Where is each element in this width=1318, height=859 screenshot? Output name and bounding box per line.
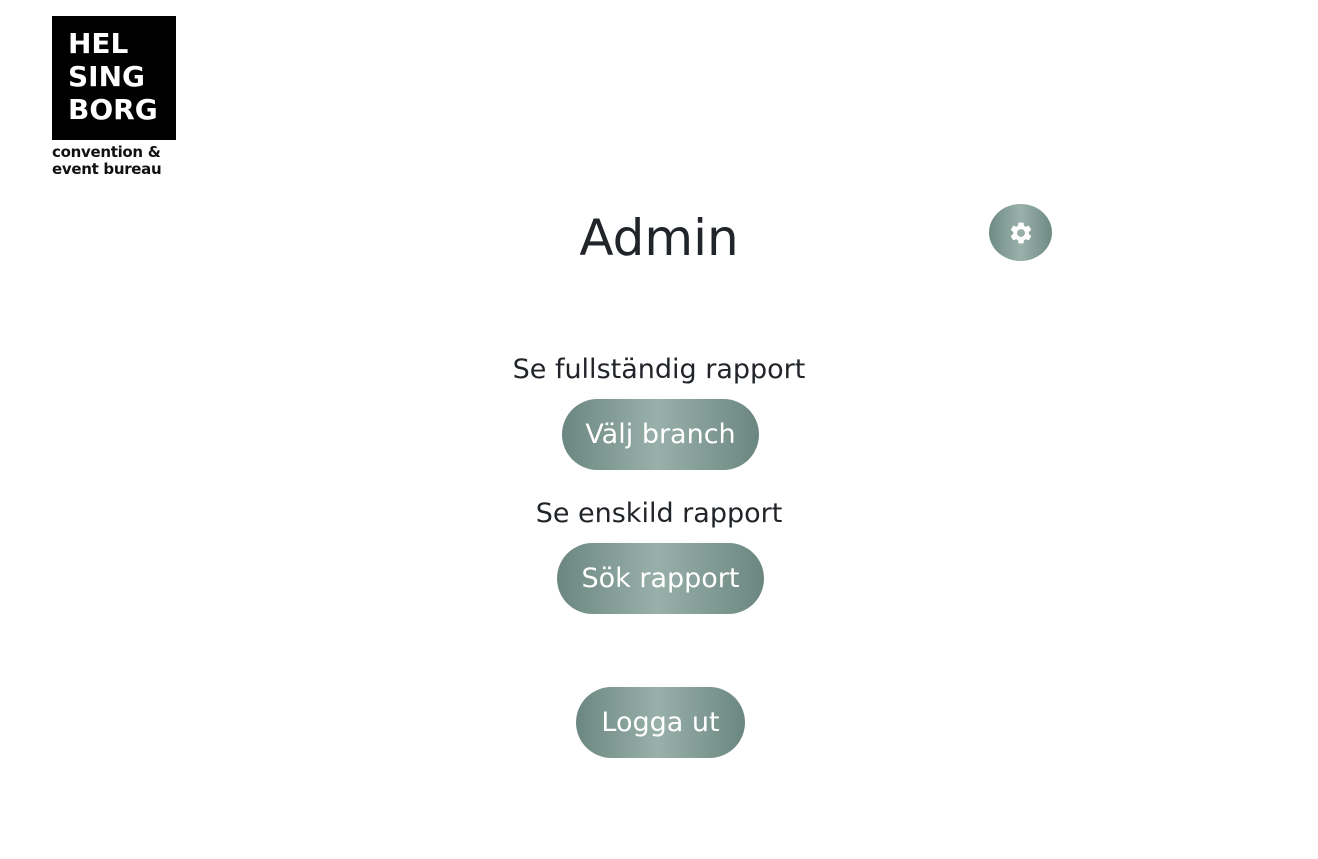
- helsingborg-logo: HEL SING BORG convention & event bureau: [52, 16, 176, 178]
- search-report-button[interactable]: Sök rapport: [557, 543, 764, 614]
- page-title: Admin: [579, 209, 739, 267]
- logo-subtitle-line-2: event bureau: [52, 160, 162, 178]
- admin-page: HEL SING BORG convention & event bureau …: [0, 0, 1318, 859]
- gear-icon: [1010, 222, 1031, 243]
- logo-mark: HEL SING BORG: [52, 16, 176, 140]
- logo-line-3: BORG: [68, 93, 158, 126]
- logo-subtitle-line-1: convention &: [52, 143, 161, 161]
- logo-line-1: HEL: [68, 27, 129, 60]
- choose-branch-button[interactable]: Välj branch: [562, 399, 759, 470]
- logo-subtitle: convention & event bureau: [52, 144, 176, 178]
- logout-button[interactable]: Logga ut: [576, 687, 745, 758]
- full-report-label: Se fullständig rapport: [512, 354, 806, 385]
- settings-button[interactable]: [989, 204, 1052, 261]
- logo-line-2: SING: [68, 60, 145, 93]
- single-report-label: Se enskild rapport: [535, 498, 783, 529]
